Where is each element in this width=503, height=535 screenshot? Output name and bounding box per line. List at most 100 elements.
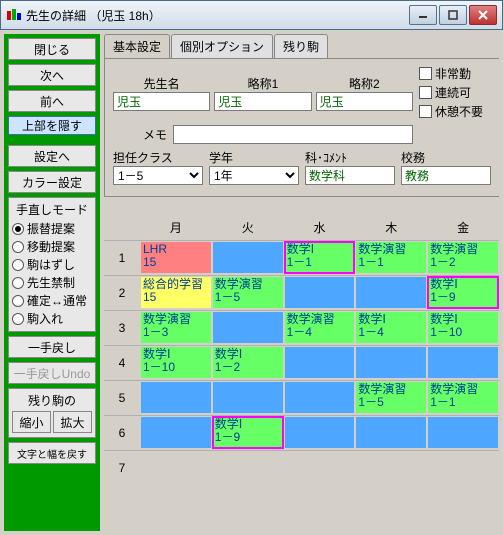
schedule-cell[interactable] — [428, 347, 498, 378]
schedule-cell[interactable] — [213, 242, 283, 273]
schedule-cell[interactable] — [356, 452, 426, 483]
window-title: 先生の詳細 （児玉 18h） — [26, 7, 409, 24]
period-number: 6 — [104, 416, 140, 450]
schedule-grid: 月 火 水 木 金 1LHR15数学Ⅰ1－1数学演習1－1数学演習1－22総合的… — [104, 215, 499, 485]
abbr2-label: 略称2 — [316, 75, 413, 92]
schedule-cell[interactable] — [285, 382, 355, 413]
schedule-cell[interactable] — [285, 452, 355, 483]
schedule-cell[interactable] — [141, 452, 211, 483]
period-number: 7 — [104, 451, 140, 485]
schedule-cell[interactable]: 数学Ⅰ1－9 — [428, 277, 498, 308]
schedule-cell[interactable]: 数学演習1－5 — [213, 277, 283, 308]
mode-radio[interactable]: 確定↔通常 — [12, 292, 92, 309]
period-number: 4 — [104, 346, 140, 380]
schedule-cell[interactable]: 数学演習1－4 — [285, 312, 355, 343]
year-select[interactable]: 1年 — [209, 166, 299, 185]
next-button[interactable]: 次へ — [8, 64, 96, 86]
consecutive-check[interactable]: 連続可 — [419, 84, 491, 101]
main-area: 基本設定 個別オプション 残り駒 先生名 略称1 略称2 — [104, 34, 499, 531]
edit-mode-title: 手直しモード — [12, 201, 92, 218]
class-label: 担任クラス — [113, 149, 203, 166]
subject-label: 科･ｺﾒﾝﾄ — [305, 149, 395, 166]
nobreak-check[interactable]: 休憩不要 — [419, 103, 491, 120]
sidebar: 閉じる 次へ 前へ 上部を隠す 設定へ カラー設定 手直しモード 振替提案移動提… — [4, 34, 100, 531]
schedule-cell[interactable]: 数学演習1－1 — [428, 382, 498, 413]
schedule-cell[interactable]: 総合的学習15 — [141, 277, 211, 308]
form-panel: 先生名 略称1 略称2 非常勤 連続可 休憩不要 — [104, 59, 499, 197]
schedule-cell[interactable]: 数学Ⅰ1－9 — [213, 417, 283, 448]
mode-radio[interactable]: 先生禁制 — [12, 274, 92, 291]
duty-input[interactable] — [401, 166, 491, 185]
duty-label: 校務 — [401, 149, 491, 166]
maximize-button[interactable] — [439, 5, 467, 25]
settings-button[interactable]: 設定へ — [8, 145, 96, 167]
schedule-cell[interactable] — [428, 417, 498, 448]
abbr1-input[interactable] — [214, 92, 311, 111]
schedule-cell[interactable] — [213, 312, 283, 343]
schedule-cell[interactable]: 数学Ⅰ1－10 — [428, 312, 498, 343]
schedule-cell[interactable] — [356, 347, 426, 378]
schedule-cell[interactable]: 数学Ⅰ1－2 — [213, 347, 283, 378]
name-label: 先生名 — [113, 75, 210, 92]
reset-width-button[interactable]: 文字と幅を戻す — [8, 442, 96, 464]
schedule-cell[interactable]: 数学Ⅰ1－10 — [141, 347, 211, 378]
period-number: 1 — [104, 241, 140, 275]
close-button[interactable]: 閉じる — [8, 38, 96, 60]
schedule-cell[interactable] — [213, 382, 283, 413]
schedule-cell[interactable] — [141, 417, 211, 448]
expand-button[interactable]: 拡大 — [53, 411, 92, 433]
year-label: 学年 — [209, 149, 299, 166]
schedule-cell[interactable] — [285, 277, 355, 308]
mode-radio[interactable]: 移動提案 — [12, 238, 92, 255]
memo-label: メモ — [113, 126, 167, 143]
schedule-cell[interactable]: 数学Ⅰ1－4 — [356, 312, 426, 343]
remain-group: 残り駒の 縮小 拡大 — [8, 388, 96, 438]
schedule-cell[interactable]: 数学Ⅰ1－1 — [285, 242, 355, 273]
tab-remain[interactable]: 残り駒 — [274, 34, 328, 58]
title-bar: 先生の詳細 （児玉 18h） — [0, 0, 503, 30]
schedule-cell[interactable] — [356, 277, 426, 308]
close-window-button[interactable] — [469, 5, 497, 25]
app-icon — [6, 7, 22, 23]
tab-basic[interactable]: 基本設定 — [104, 34, 170, 58]
name-input[interactable] — [113, 92, 210, 111]
day-header: 月 — [140, 215, 212, 240]
shrink-button[interactable]: 縮小 — [12, 411, 51, 433]
mode-radio[interactable]: 駒はずし — [12, 256, 92, 273]
memo-input[interactable] — [173, 125, 413, 144]
day-header: 火 — [212, 215, 284, 240]
schedule-cell[interactable] — [141, 382, 211, 413]
schedule-cell[interactable] — [285, 347, 355, 378]
undo-button[interactable]: 一手戻し — [8, 336, 96, 358]
abbr2-input[interactable] — [316, 92, 413, 111]
day-header: 金 — [427, 215, 499, 240]
period-number: 3 — [104, 311, 140, 345]
hide-top-button[interactable]: 上部を隠す — [8, 116, 96, 135]
day-header: 水 — [284, 215, 356, 240]
schedule-cell[interactable] — [356, 417, 426, 448]
tab-bar: 基本設定 個別オプション 残り駒 — [104, 34, 499, 59]
schedule-cell[interactable]: 数学演習1－5 — [356, 382, 426, 413]
undo-redo-button[interactable]: 一手戻しUndo — [8, 362, 96, 384]
tab-options[interactable]: 個別オプション — [171, 34, 273, 58]
abbr1-label: 略称1 — [214, 75, 311, 92]
class-select[interactable]: 1－5 — [113, 166, 203, 185]
schedule-cell[interactable]: 数学演習1－1 — [356, 242, 426, 273]
subject-input[interactable] — [305, 166, 395, 185]
minimize-button[interactable] — [409, 5, 437, 25]
remain-title: 残り駒の — [12, 392, 92, 409]
schedule-cell[interactable]: 数学演習1－3 — [141, 312, 211, 343]
color-button[interactable]: カラー設定 — [8, 171, 96, 193]
prev-button[interactable]: 前へ — [8, 90, 96, 112]
schedule-cell[interactable] — [428, 452, 498, 483]
period-number: 2 — [104, 276, 140, 310]
schedule-cell[interactable] — [285, 417, 355, 448]
mode-radio[interactable]: 振替提案 — [12, 220, 92, 237]
period-number: 5 — [104, 381, 140, 415]
schedule-cell[interactable]: 数学演習1－2 — [428, 242, 498, 273]
mode-radio[interactable]: 駒入れ — [12, 310, 92, 327]
edit-mode-group: 手直しモード 振替提案移動提案駒はずし先生禁制確定↔通常駒入れ — [8, 197, 96, 332]
schedule-cell[interactable] — [213, 452, 283, 483]
parttime-check[interactable]: 非常勤 — [419, 65, 491, 82]
schedule-cell[interactable]: LHR15 — [141, 242, 211, 273]
